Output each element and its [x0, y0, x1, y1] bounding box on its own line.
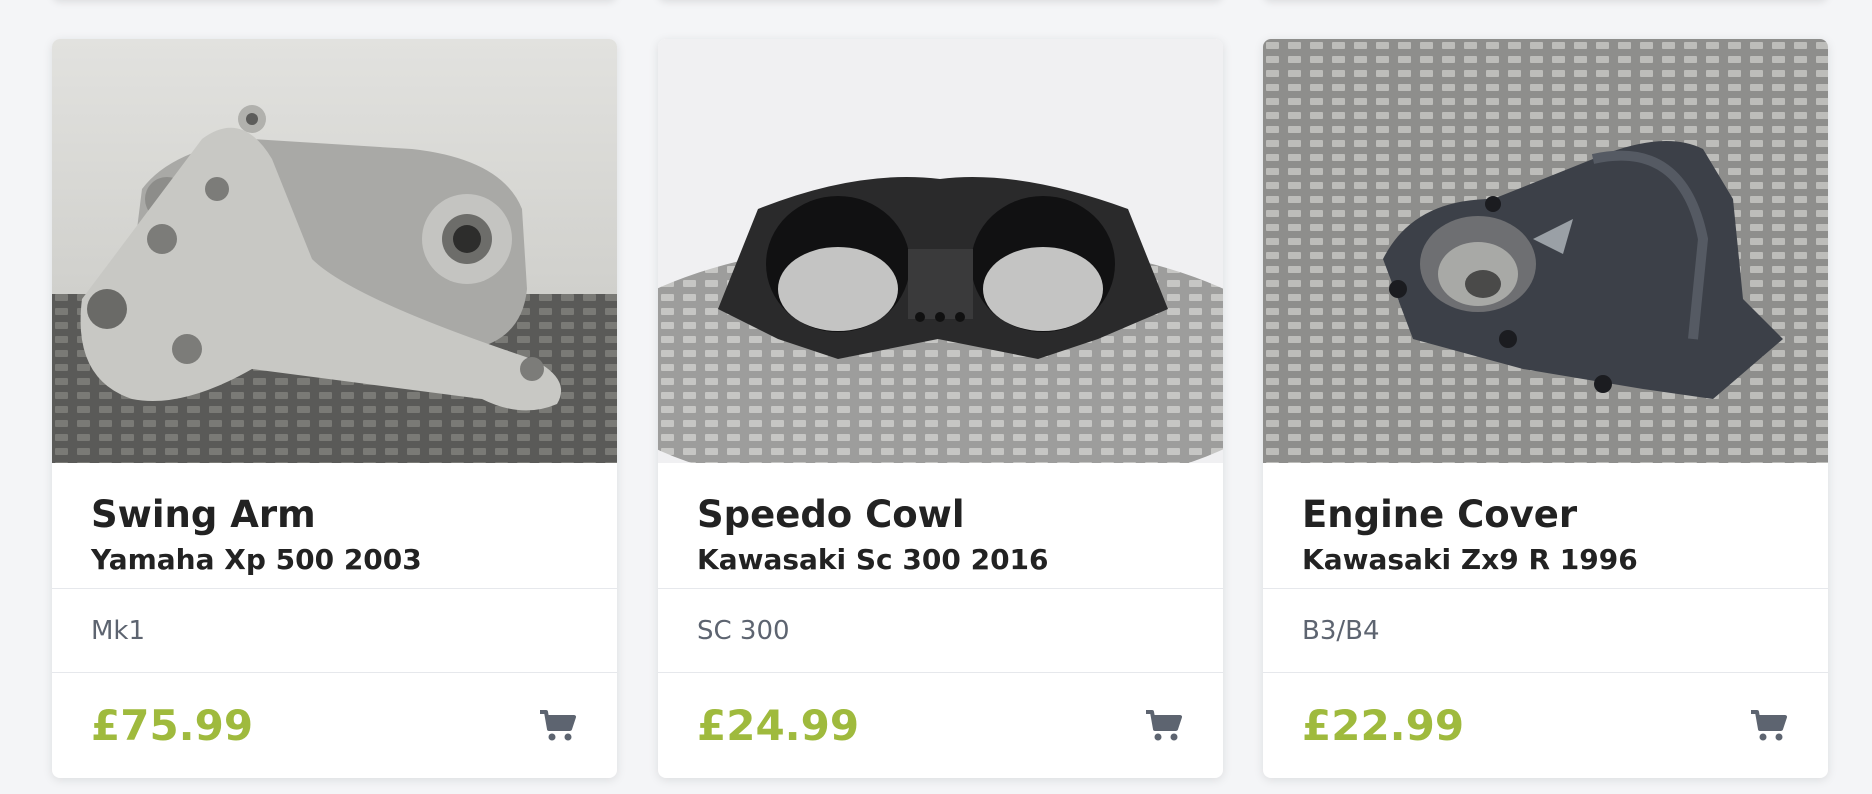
- price: £24.99: [697, 701, 860, 750]
- shopping-cart-icon: [1751, 709, 1787, 740]
- price-row: £22.99: [1263, 673, 1828, 778]
- shopping-cart-icon: [1146, 709, 1182, 740]
- product-card[interactable]: Speedo Cowl Kawasaki Sc 300 2016 SC 300 …: [658, 39, 1223, 778]
- product-image[interactable]: [1263, 39, 1828, 463]
- add-to-cart-button[interactable]: [1749, 706, 1789, 746]
- product-grid: Swing Arm Yamaha Xp 500 2003 Mk1 £75.99: [0, 0, 1872, 794]
- variant-label: Mk1: [91, 615, 146, 646]
- shopping-cart-icon: [540, 709, 576, 740]
- product-header: Engine Cover Kawasaki Zx9 R 1996: [1263, 463, 1828, 589]
- product-card[interactable]: Swing Arm Yamaha Xp 500 2003 Mk1 £75.99: [52, 39, 617, 778]
- product-image[interactable]: [52, 39, 617, 463]
- product-header: Swing Arm Yamaha Xp 500 2003: [52, 463, 617, 589]
- variant-label: SC 300: [697, 615, 790, 646]
- product-card[interactable]: Engine Cover Kawasaki Zx9 R 1996 B3/B4 £…: [1263, 39, 1828, 778]
- add-to-cart-button[interactable]: [538, 706, 578, 746]
- price: £75.99: [91, 701, 254, 750]
- engine-cover-photo: [1263, 39, 1828, 463]
- part-name[interactable]: Swing Arm: [91, 493, 578, 537]
- vehicle-name: Yamaha Xp 500 2003: [91, 543, 422, 577]
- price-row: £75.99: [52, 673, 617, 778]
- speedo-cowl-photo: [658, 39, 1223, 463]
- add-to-cart-button[interactable]: [1144, 706, 1184, 746]
- variant-label: B3/B4: [1302, 615, 1380, 646]
- part-name[interactable]: Speedo Cowl: [697, 493, 1184, 537]
- vehicle-name: Kawasaki Sc 300 2016: [697, 543, 1049, 577]
- variant-row: Mk1: [52, 589, 617, 673]
- swing-arm-photo: [52, 39, 617, 463]
- price: £22.99: [1302, 701, 1465, 750]
- variant-row: SC 300: [658, 589, 1223, 673]
- price-row: £24.99: [658, 673, 1223, 778]
- part-name[interactable]: Engine Cover: [1302, 493, 1789, 537]
- product-image[interactable]: [658, 39, 1223, 463]
- vehicle-name: Kawasaki Zx9 R 1996: [1302, 543, 1638, 577]
- variant-row: B3/B4: [1263, 589, 1828, 673]
- product-header: Speedo Cowl Kawasaki Sc 300 2016: [658, 463, 1223, 589]
